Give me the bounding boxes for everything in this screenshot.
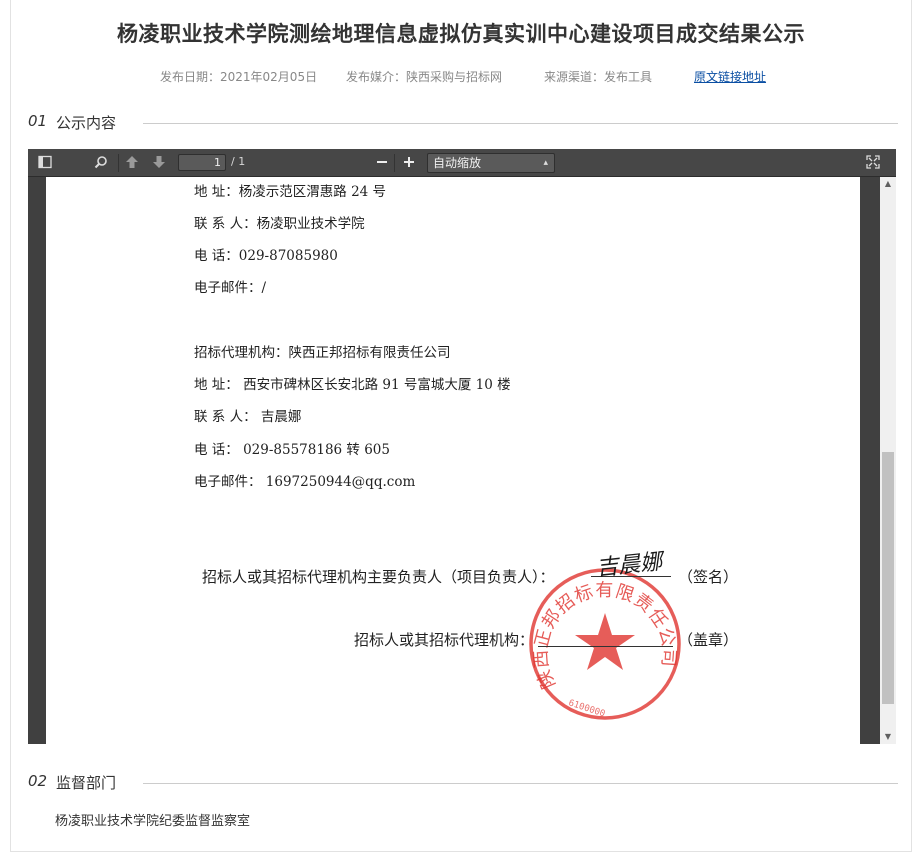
handwritten-signature: 吉晨娜: [595, 549, 664, 582]
section-number: 01: [28, 112, 48, 130]
pdf-toolbar: 1 / 1 自动缩放 ▴▾: [28, 149, 896, 186]
agency-name: 招标代理机构：陕西正邦招标有限责任公司: [194, 345, 451, 361]
publish-media: 发布媒介：陕西采购与招标网: [346, 70, 503, 84]
agency-email: 电子邮件： 1697250944@qq.com: [194, 474, 416, 490]
source-channel: 来源渠道：发布工具: [544, 70, 653, 84]
section-divider: [143, 783, 898, 784]
pdf-scrollbar[interactable]: ▲ ▼: [880, 177, 896, 744]
scroll-down-icon[interactable]: ▼: [880, 730, 896, 744]
section-label: 公示内容: [56, 114, 117, 132]
agency-address: 地 址： 西安市碑林区长安北路 91 号富城大厦 10 楼: [194, 377, 511, 393]
agency-contact: 联 系 人： 吉晨娜: [194, 409, 302, 425]
original-link[interactable]: 原文链接地址: [694, 68, 766, 85]
presentation-mode-icon[interactable]: [866, 155, 882, 171]
seal-underline: [538, 646, 673, 647]
seal-label: 招标人或其招标代理机构：: [354, 631, 535, 649]
page-title: 杨凌职业技术学院测绘地理信息虚拟仿真实训中心建设项目成交结果公示: [117, 22, 805, 46]
pdf-viewer: 1 / 1 自动缩放 ▴▾ 地 址：杨凌示范区渭惠路 24 号 联 系 人：杨凌…: [28, 149, 896, 744]
signature-label: 招标人或其招标代理机构主要负责人（项目负责人）：: [202, 568, 555, 586]
zoom-select[interactable]: 自动缩放 ▴▾: [427, 153, 555, 186]
meta-bar: 发布日期：2021年02月05日 发布媒介：陕西采购与招标网 来源渠道：发布工具…: [0, 68, 922, 86]
buyer-email: 电子邮件：/: [194, 280, 267, 296]
search-icon[interactable]: [94, 155, 110, 171]
sidebar-toggle-icon[interactable]: [38, 155, 54, 171]
zoom-select-value: 自动缩放: [433, 156, 482, 170]
signature-note: （签名）: [678, 568, 739, 586]
buyer-contact: 联 系 人：杨凌职业技术学院: [194, 216, 365, 232]
section-header-content: 01 公示内容: [28, 112, 898, 134]
scroll-up-icon[interactable]: ▲: [880, 177, 896, 191]
section-label: 监督部门: [56, 774, 117, 792]
page-total: / 1: [231, 155, 246, 168]
zoom-out-icon[interactable]: [376, 155, 390, 171]
previous-page-icon[interactable]: [125, 155, 141, 171]
page-number-input[interactable]: 1: [178, 154, 226, 171]
section-header-supervision: 02 监督部门: [28, 772, 898, 794]
section-divider: [143, 123, 898, 124]
buyer-address: 地 址：杨凌示范区渭惠路 24 号: [194, 184, 387, 200]
toolbar-separator: [394, 154, 395, 172]
agency-phone: 电 话： 029-85578186 转 605: [194, 442, 390, 458]
official-seal-icon: 陕西正邦招标有限责任公司 6100000: [529, 568, 681, 720]
supervision-department: 杨凌职业技术学院纪委监督监察室: [55, 814, 251, 829]
seal-note: （盖章）: [678, 631, 739, 649]
section-number: 02: [28, 772, 48, 790]
zoom-in-icon[interactable]: [403, 155, 417, 171]
buyer-phone: 电 话：029-87085980: [194, 248, 338, 264]
scroll-thumb[interactable]: [882, 452, 894, 704]
pdf-page: 地 址：杨凌示范区渭惠路 24 号 联 系 人：杨凌职业技术学院 电 话：029…: [46, 177, 860, 744]
toolbar-separator: [118, 154, 119, 172]
next-page-icon[interactable]: [152, 155, 168, 171]
publish-date: 发布日期：2021年02月05日: [160, 70, 318, 84]
